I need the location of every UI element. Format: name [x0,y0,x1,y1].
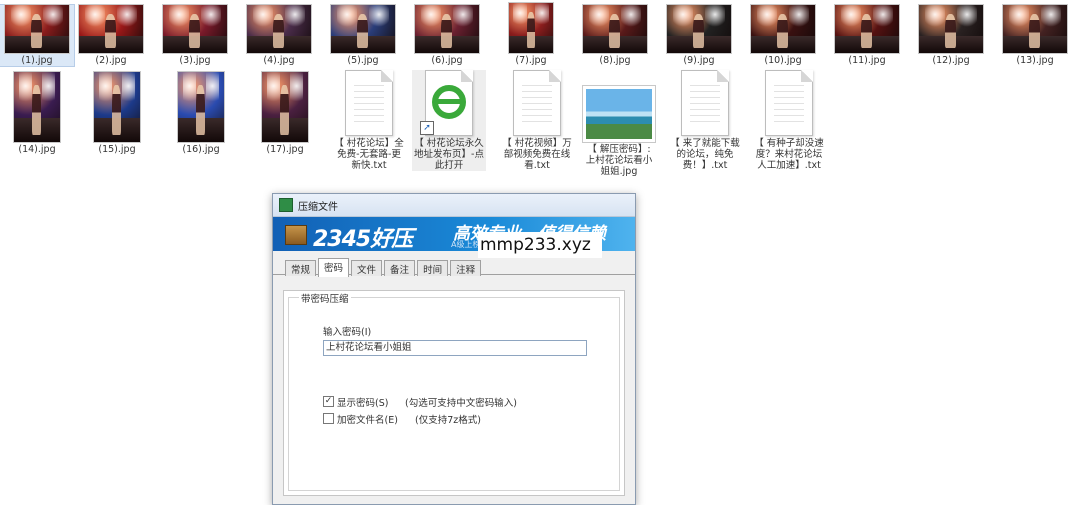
image-thumbnail [262,72,308,142]
file-item[interactable]: (4).jpg [242,5,316,66]
file-item[interactable]: (11).jpg [830,5,904,66]
encrypt-names-checkbox[interactable] [323,413,334,424]
show-password-label: 显示密码(S) [337,398,389,409]
file-item[interactable]: (12).jpg [914,5,988,66]
image-thumbnail [331,5,395,53]
image-thumbnail [94,72,140,142]
file-name: 【 来了就能下载 的论坛，纯免 费！】.txt [670,138,740,171]
file-name: (2).jpg [95,55,127,66]
file-name: 【 有种子却没速 度？来村花论坛 人工加速】.txt [754,138,824,171]
image-thumbnail [919,5,983,53]
file-item[interactable]: ➚ 【 村花论坛永久 地址发布页】-点 此打开 [412,70,486,171]
file-name: (14).jpg [18,144,56,155]
file-item[interactable]: 【 来了就能下载 的论坛，纯免 费！】.txt [668,70,742,171]
file-name: (9).jpg [683,55,715,66]
file-name: (16).jpg [182,144,220,155]
password-label: 输入密码(I) [323,327,372,338]
file-name: 【 村花论坛】全 免费-无套路-更 新快.txt [334,138,404,171]
image-thumbnail [247,5,311,53]
file-name: (1).jpg [21,55,53,66]
file-name: (5).jpg [347,55,379,66]
file-name: (6).jpg [431,55,463,66]
file-name: (3).jpg [179,55,211,66]
text-file-icon [513,70,561,136]
dialog-titlebar[interactable]: 压缩文件 [273,194,635,217]
image-thumbnail [583,5,647,53]
file-item[interactable]: (15).jpg [80,72,154,155]
file-item[interactable]: (7).jpg [494,3,568,66]
text-file-icon [681,70,729,136]
file-name: 【 村花视频】万 部视频免费在线 看.txt [502,138,572,171]
file-item[interactable]: (13).jpg [998,5,1072,66]
image-thumbnail [1003,5,1067,53]
brand-slogan-small: A级上榜 [451,240,481,249]
file-name: (13).jpg [1016,55,1054,66]
ie-shortcut-icon: ➚ [420,70,473,136]
tab-backup[interactable]: 备注 [384,260,416,276]
logo-icon [285,225,307,245]
file-name: (15).jpg [98,144,136,155]
tab-time[interactable]: 时间 [417,260,449,276]
file-item[interactable]: (3).jpg [158,5,232,66]
image-thumbnail [667,5,731,53]
show-password-hint: (勾选可支持中文密码输入) [405,398,517,409]
file-item[interactable]: (6).jpg [410,5,484,66]
tab-comment[interactable]: 注释 [450,260,482,276]
file-item[interactable]: (10).jpg [746,5,820,66]
password-group: 带密码压缩 输入密码(I) 上村花论坛看小姐姐 ✓ 显示密码(S) (勾选可支持… [288,291,620,491]
text-file-icon [345,70,393,136]
encrypt-names-hint: (仅支持7z格式) [415,415,481,426]
file-item[interactable]: (16).jpg [164,72,238,155]
image-thumbnail [178,72,224,142]
file-name: (12).jpg [932,55,970,66]
group-title: 带密码压缩 [299,291,351,305]
file-name: (10).jpg [764,55,802,66]
image-thumbnail [14,72,60,142]
image-thumbnail [835,5,899,53]
file-item[interactable]: (17).jpg [248,72,322,155]
file-name: 【 解压密码】: 上村花论坛看小 姐姐.jpg [585,144,653,177]
file-item[interactable]: 【 村花论坛】全 免费-无套路-更 新快.txt [332,70,406,171]
image-thumbnail [751,5,815,53]
file-item[interactable]: (14).jpg [0,72,74,155]
image-thumbnail [163,5,227,53]
tab-general[interactable]: 常规 [285,260,317,276]
file-item[interactable]: (8).jpg [578,5,652,66]
text-file-icon [765,70,813,136]
file-item[interactable]: 【 解压密码】: 上村花论坛看小 姐姐.jpg [582,72,656,177]
encrypt-names-label: 加密文件名(E) [337,415,398,426]
tab-password[interactable]: 密码 [318,258,350,277]
file-name: 【 村花论坛永久 地址发布页】-点 此打开 [414,138,484,171]
file-item[interactable]: 【 有种子却没速 度？来村花论坛 人工加速】.txt [752,70,826,171]
file-name: (17).jpg [266,144,304,155]
file-item[interactable]: (1).jpg [0,5,74,66]
landscape-thumbnail [583,86,655,142]
file-name: (4).jpg [263,55,295,66]
image-thumbnail [415,5,479,53]
show-password-checkbox[interactable]: ✓ [323,396,334,407]
password-input[interactable]: 上村花论坛看小姐姐 [323,340,587,356]
image-thumbnail [5,5,69,53]
image-thumbnail [509,3,553,53]
app-icon [279,198,293,212]
password-panel: 带密码压缩 输入密码(I) 上村花论坛看小姐姐 ✓ 显示密码(S) (勾选可支持… [283,290,625,496]
file-name: (11).jpg [848,55,886,66]
image-thumbnail [79,5,143,53]
file-item[interactable]: (2).jpg [74,5,148,66]
file-name: (7).jpg [515,55,547,66]
file-item[interactable]: 【 村花视频】万 部视频免费在线 看.txt [500,70,574,171]
file-name: (8).jpg [599,55,631,66]
tab-files[interactable]: 文件 [351,260,383,276]
watermark-text: mmp233.xyz [478,232,602,258]
file-item[interactable]: (9).jpg [662,5,736,66]
file-item[interactable]: (5).jpg [326,5,400,66]
dialog-title: 压缩文件 [298,201,338,213]
brand-name: 2345好压 [313,227,413,251]
